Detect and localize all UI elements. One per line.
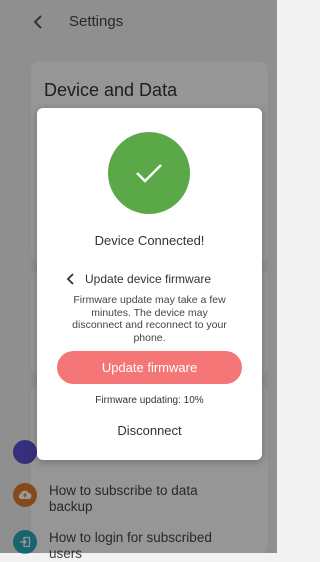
disconnect-button[interactable]: Disconnect: [37, 423, 262, 438]
firmware-header[interactable]: Update device firmware: [65, 272, 211, 286]
device-connected-dialog: Device Connected! Update device firmware…: [37, 108, 262, 460]
connection-status-text: Device Connected!: [94, 233, 205, 248]
firmware-title: Update device firmware: [85, 272, 212, 286]
chevron-left-icon[interactable]: [65, 272, 77, 286]
firmware-progress-text: Firmware updating: 10%: [95, 395, 204, 406]
firmware-description: Firmware update may take a few minutes. …: [72, 294, 227, 344]
check-circle-icon: [108, 132, 190, 214]
update-firmware-button[interactable]: Update firmware: [57, 351, 242, 384]
